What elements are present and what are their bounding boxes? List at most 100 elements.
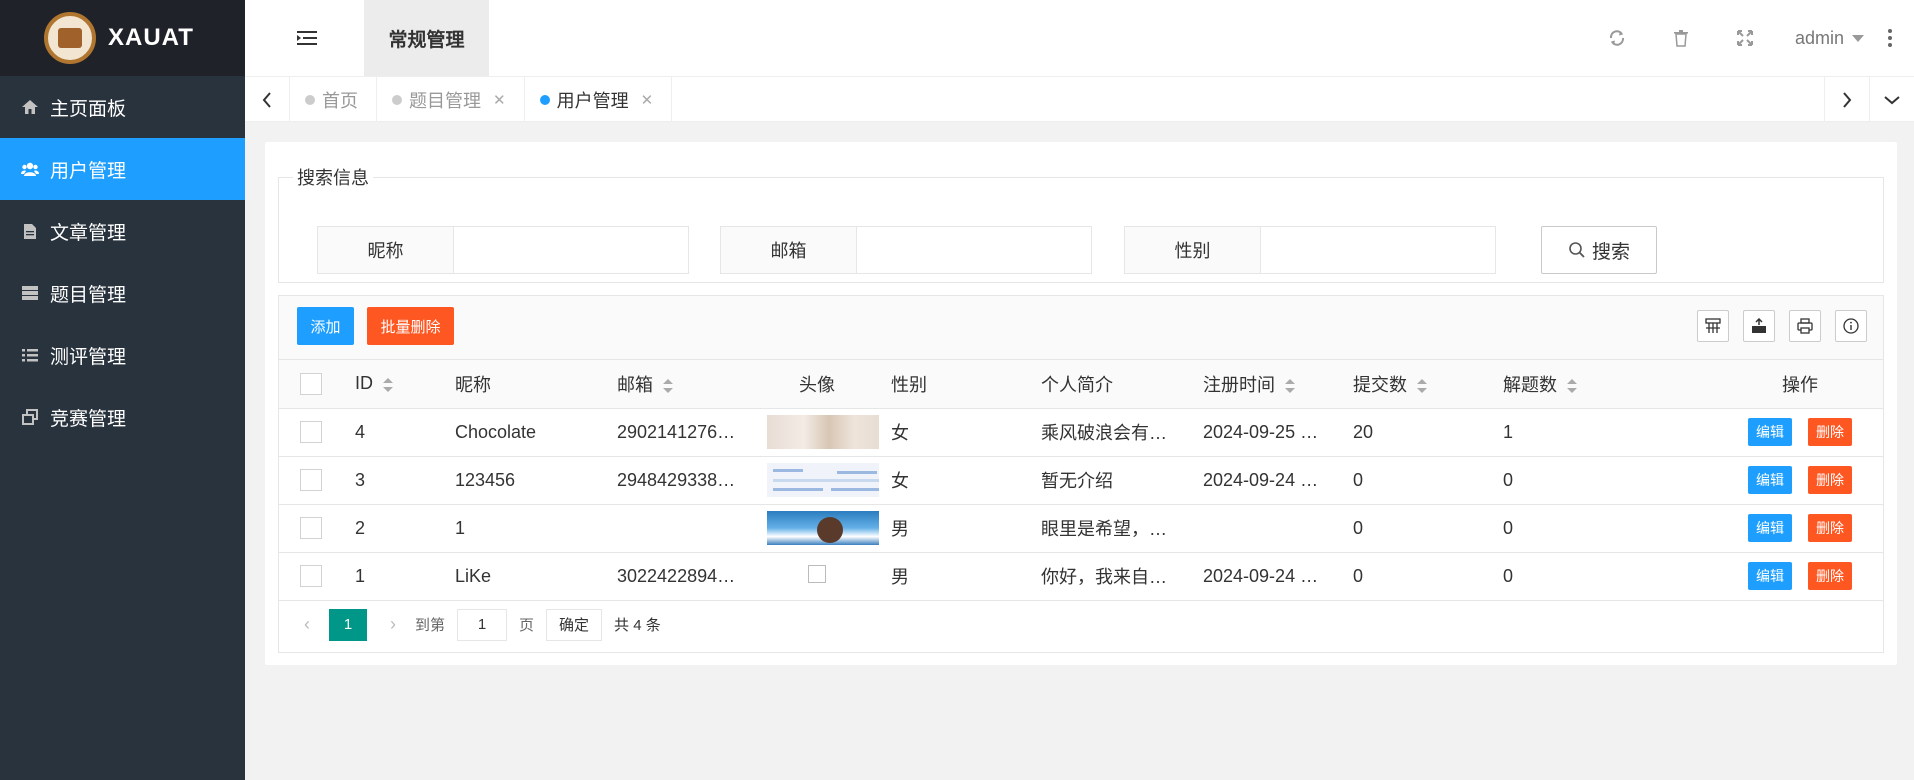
row-checkbox[interactable] (300, 421, 322, 444)
sidebar-item-contests[interactable]: 竞赛管理 (0, 386, 245, 448)
sidebar-item-assessments[interactable]: 测评管理 (0, 324, 245, 386)
list-icon (20, 345, 40, 365)
select-all-checkbox[interactable] (300, 372, 322, 395)
header-registered[interactable]: 注册时间 (1191, 360, 1341, 409)
sort-icon[interactable] (663, 379, 673, 393)
nickname-field: 昵称 (317, 226, 689, 274)
header-solved[interactable]: 解题数 (1491, 360, 1717, 409)
cell-gender: 女 (879, 408, 1029, 457)
sidebar-item-questions[interactable]: 题目管理 (0, 262, 245, 324)
refresh-icon[interactable] (1585, 0, 1649, 76)
delete-button[interactable]: 删除 (1808, 562, 1852, 590)
email-input[interactable] (857, 227, 1091, 273)
sidebar-item-label: 用户管理 (50, 160, 127, 182)
avatar-image (767, 415, 879, 449)
sidebar-item-label: 主页面板 (50, 98, 127, 120)
fullscreen-icon[interactable] (1713, 0, 1777, 76)
file-icon (20, 221, 40, 241)
close-icon[interactable]: ✕ (641, 91, 654, 109)
broken-image-icon (808, 564, 826, 583)
cell-submissions: 0 (1341, 456, 1491, 505)
clone-icon (20, 407, 40, 427)
cell-gender: 男 (879, 504, 1029, 553)
sort-icon[interactable] (1567, 379, 1577, 393)
user-menu[interactable]: admin (1795, 28, 1864, 49)
field-label: 昵称 (318, 227, 454, 273)
logo-area[interactable]: XAUAT (0, 0, 245, 76)
goto-confirm-button[interactable]: 确定 (546, 608, 603, 641)
tabs-prev-icon[interactable] (245, 77, 290, 122)
sidebar-item-users[interactable]: 用户管理 (0, 138, 245, 200)
tab-label: 用户管理 (556, 90, 629, 111)
header-tab-general[interactable]: 常规管理 (364, 0, 489, 76)
row-checkbox[interactable] (300, 469, 322, 492)
tab-questions[interactable]: 题目管理 ✕ (377, 77, 525, 122)
user-table: ID 昵称 邮箱 头像 性别 个人简介 注册时间 提交数 解题数 操作 4 Ch… (279, 360, 1883, 601)
print-icon[interactable] (1789, 310, 1821, 342)
trash-icon[interactable] (1649, 0, 1713, 76)
page-label: 页 (519, 617, 535, 634)
batch-delete-button[interactable]: 批量删除 (367, 307, 454, 345)
edit-button[interactable]: 编辑 (1748, 466, 1792, 494)
home-icon (20, 97, 40, 117)
nickname-input[interactable] (454, 227, 688, 273)
search-panel: 搜索信息 昵称 邮箱 性别 搜索 (278, 164, 1884, 283)
edit-button[interactable]: 编辑 (1748, 418, 1792, 446)
tabs-menu-chevron-down-icon[interactable] (1869, 77, 1914, 122)
add-button[interactable]: 添加 (297, 307, 354, 345)
email-field: 邮箱 (720, 226, 1092, 274)
table-row: 1 LiKe 3022422894… 男 你好，我来自… 2024-09-24 … (279, 552, 1883, 601)
cell-email (605, 504, 755, 553)
cell-nickname: LiKe (443, 552, 605, 601)
export-icon[interactable] (1743, 310, 1775, 342)
gender-input[interactable] (1261, 227, 1495, 273)
sort-icon[interactable] (1417, 379, 1427, 393)
cell-id: 2 (343, 504, 443, 553)
columns-icon[interactable] (1697, 310, 1729, 342)
row-checkbox[interactable] (300, 565, 322, 588)
sidebar-item-dashboard[interactable]: 主页面板 (0, 76, 245, 138)
pagination: ‹ 1 › 到第 1 页 确定 共 4 条 (279, 601, 1883, 649)
header-id[interactable]: ID (343, 360, 443, 409)
close-icon[interactable]: ✕ (493, 91, 506, 109)
field-label: 性别 (1125, 227, 1261, 273)
tab-users[interactable]: 用户管理 ✕ (525, 77, 673, 122)
cell-submissions: 0 (1341, 552, 1491, 601)
menu-fold-icon[interactable] (297, 30, 317, 46)
info-icon[interactable] (1835, 310, 1867, 342)
delete-button[interactable]: 删除 (1808, 418, 1852, 446)
page-next-icon[interactable]: › (381, 614, 405, 635)
tab-home[interactable]: 首页 (290, 77, 377, 122)
search-button[interactable]: 搜索 (1541, 226, 1657, 274)
edit-button[interactable]: 编辑 (1748, 514, 1792, 542)
sort-icon[interactable] (1285, 379, 1295, 393)
page-prev-icon[interactable]: ‹ (295, 614, 319, 635)
edit-button[interactable]: 编辑 (1748, 562, 1792, 590)
cell-solved: 0 (1491, 504, 1717, 553)
header-submissions[interactable]: 提交数 (1341, 360, 1491, 409)
cell-registered: 2024-09-25 … (1191, 408, 1341, 457)
sidebar-item-articles[interactable]: 文章管理 (0, 200, 245, 262)
goto-page-input[interactable]: 1 (457, 608, 508, 641)
page-current[interactable]: 1 (329, 608, 367, 641)
sidebar-item-label: 文章管理 (50, 222, 127, 244)
goto-label: 到第 (415, 617, 446, 634)
users-icon (20, 159, 40, 179)
row-checkbox[interactable] (300, 517, 322, 540)
table-row: 3 123456 2948429338… 女 暂无介绍 2024-09-24 …… (279, 456, 1883, 505)
sort-icon[interactable] (383, 377, 393, 392)
sidebar-item-label: 题目管理 (50, 284, 127, 306)
more-icon[interactable] (1880, 29, 1900, 47)
cell-email: 3022422894… (605, 552, 755, 601)
delete-button[interactable]: 删除 (1808, 514, 1852, 542)
caret-down-icon (1852, 34, 1864, 42)
delete-button[interactable]: 删除 (1808, 466, 1852, 494)
table-header-row: ID 昵称 邮箱 头像 性别 个人简介 注册时间 提交数 解题数 操作 (279, 360, 1883, 409)
sidebar-item-label: 竞赛管理 (50, 408, 127, 430)
cell-solved: 0 (1491, 552, 1717, 601)
user-table-panel: 添加 批量删除 ID 昵称 邮箱 头像 性别 个人简介 注册时间 提交数 解题数… (278, 295, 1884, 653)
search-icon (1569, 242, 1585, 258)
header-email[interactable]: 邮箱 (605, 360, 755, 409)
tabs-next-icon[interactable] (1824, 77, 1869, 122)
cell-bio: 你好，我来自… (1029, 552, 1191, 601)
